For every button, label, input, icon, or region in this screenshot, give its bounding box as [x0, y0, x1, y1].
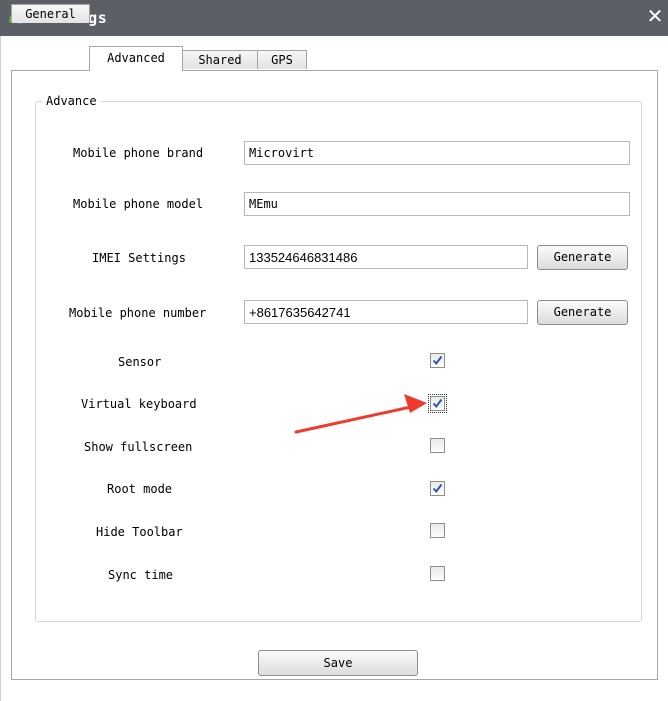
phone-number-label: Mobile phone number — [69, 306, 207, 320]
brand-label: Mobile phone brand — [73, 146, 204, 160]
hide-toolbar-label: Hide Toolbar — [96, 525, 183, 539]
checkmark-icon — [432, 483, 443, 494]
virtual-keyboard-label: Virtual keyboard — [81, 397, 197, 411]
brand-input[interactable] — [244, 141, 630, 165]
model-label: Mobile phone model — [73, 197, 204, 211]
root-mode-label: Root mode — [107, 482, 173, 496]
sensor-label: Sensor — [118, 355, 162, 369]
phone-number-input[interactable] — [244, 300, 528, 324]
root-mode-checkbox[interactable] — [430, 481, 445, 496]
save-button[interactable]: Save — [258, 650, 418, 676]
sync-time-checkbox[interactable] — [430, 566, 445, 581]
model-input[interactable] — [244, 192, 630, 216]
hide-toolbar-checkbox[interactable] — [430, 523, 445, 538]
checkmark-icon — [432, 398, 443, 409]
virtual-keyboard-checkbox[interactable] — [428, 394, 447, 413]
sync-time-label: Sync time — [108, 568, 174, 582]
imei-label: IMEI Settings — [92, 251, 186, 265]
show-fullscreen-checkbox[interactable] — [430, 438, 445, 453]
phone-number-generate-button[interactable]: Generate — [537, 300, 628, 325]
title-bar: Settings ✕ — [0, 0, 668, 36]
close-icon[interactable]: ✕ — [645, 6, 665, 26]
groupbox-legend: Advance — [42, 94, 101, 108]
show-fullscreen-label: Show fullscreen — [84, 440, 193, 454]
imei-input[interactable] — [244, 245, 528, 269]
sensor-checkbox[interactable] — [430, 353, 445, 368]
tab-gps[interactable]: GPS — [257, 50, 307, 69]
imei-generate-button[interactable]: Generate — [537, 245, 628, 270]
tab-shared[interactable]: Shared — [182, 50, 258, 69]
tab-advanced[interactable]: Advanced — [89, 46, 183, 71]
tab-general[interactable]: General — [11, 4, 90, 23]
checkmark-icon — [432, 355, 443, 366]
